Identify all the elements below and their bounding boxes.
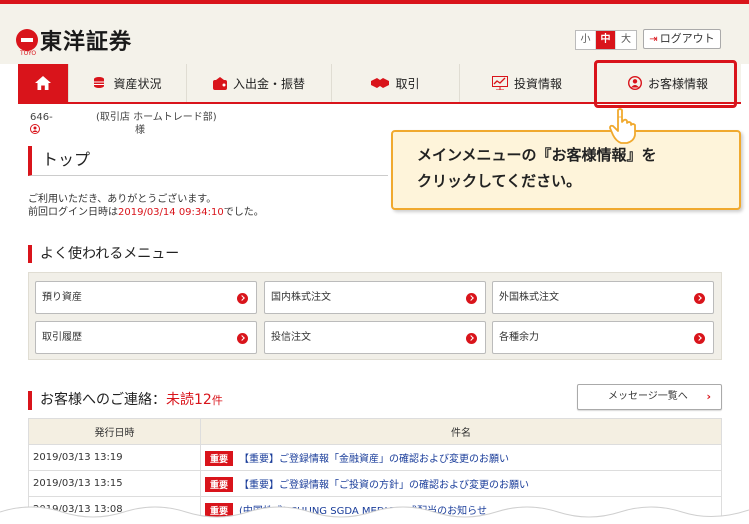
header: 東洋証券 TOYO 小 中 大 ⇥ ログアウト: [0, 4, 749, 64]
contact-heading: お客様へのご連絡：未読12件: [28, 391, 223, 410]
chevron-right-icon: ›: [706, 390, 711, 403]
greeting: ご利用いただき、ありがとうございます。 前回ログイン日時は2019/03/14 …: [28, 193, 264, 219]
logout-button[interactable]: ⇥ ログアウト: [643, 29, 721, 49]
arrow-right-icon: [237, 333, 248, 344]
unread-label: 未読: [166, 392, 194, 408]
page-title: トップ: [28, 146, 388, 176]
unread-unit: 件: [211, 394, 223, 407]
menu-btn-domestic-stock-order[interactable]: 国内株式注文: [264, 281, 486, 314]
column-header-date: 発行日時: [28, 418, 201, 445]
arrow-right-icon: [237, 293, 248, 304]
font-size-switcher: 小 中 大: [575, 30, 637, 50]
instruction-callout: メインメニューの『お客様情報』を クリックしてください。: [391, 130, 741, 210]
greeting-line1: ご利用いただき、ありがとうございます。: [28, 194, 217, 205]
account-info: 646- (取引店 ホームトレード部) 様: [30, 111, 217, 138]
font-size-medium[interactable]: 中: [596, 31, 616, 49]
menu-btn-trade-history[interactable]: 取引履歴: [35, 321, 257, 354]
menu-btn-buying-power[interactable]: 各種余力: [492, 321, 714, 354]
important-badge: 重要: [205, 450, 234, 466]
important-badge: 重要: [205, 476, 234, 492]
person-icon: [30, 124, 40, 134]
nav-home[interactable]: [18, 64, 68, 102]
nav-label-assets: 資産状況: [113, 76, 162, 91]
home-icon: [35, 76, 51, 90]
logout-label: ログアウト: [659, 32, 715, 45]
account-number: 646-: [30, 112, 53, 123]
arrow-right-icon: [466, 333, 477, 344]
account-branch: (取引店 ホームトレード部): [96, 112, 217, 123]
nav-item-trade[interactable]: 取引: [331, 64, 459, 102]
message-subject-cell[interactable]: 重要 【重要】ご登録情報「ご投資の方針」の確認および変更のお願い: [200, 470, 722, 497]
table-row[interactable]: 2019/03/13 13:19 重要 【重要】ご登録情報「金融資産」の確認および…: [28, 444, 722, 471]
brand-sub: TOYO: [20, 50, 37, 57]
toyo-logo-icon: [16, 29, 38, 51]
message-list-button[interactable]: メッセージ一覧へ ›: [577, 384, 722, 410]
logout-icon: ⇥: [649, 34, 658, 45]
message-subject-cell[interactable]: 重要 【重要】ご登録情報「金融資産」の確認および変更のお願い: [200, 444, 722, 471]
customer-info-highlight-box: [594, 60, 737, 108]
callout-line1: メインメニューの『お客様情報』を: [417, 146, 657, 164]
message-subject-link[interactable]: 【重要】ご登録情報「金融資産」の確認および変更のお願い: [239, 454, 509, 465]
table-header-row: 発行日時 件名: [28, 418, 722, 445]
torn-edge-decoration: [0, 506, 749, 524]
nav-item-deposit-transfer[interactable]: 入出金・振替: [186, 64, 331, 102]
arrow-right-icon: [694, 293, 705, 304]
chart-icon: [491, 76, 508, 90]
handshake-icon: [371, 78, 390, 88]
frequent-menu-heading: よく使われるメニュー: [28, 245, 179, 263]
column-header-subject: 件名: [200, 418, 722, 445]
brand-name: 東洋証券: [40, 30, 133, 55]
table-row[interactable]: 2019/03/13 13:15 重要 【重要】ご登録情報「ご投資の方針」の確認お…: [28, 470, 722, 497]
greeting-line2: 前回ログイン日時は2019/03/14 09:34:10でした。: [28, 207, 264, 218]
menu-btn-foreign-stock-order[interactable]: 外国株式注文: [492, 281, 714, 314]
menu-btn-fund-order[interactable]: 投信注文: [264, 321, 486, 354]
pointer-hand-icon: [609, 108, 636, 144]
last-login-datetime: 2019/03/14 09:34:10: [118, 207, 224, 218]
message-date: 2019/03/13 13:15: [28, 470, 201, 497]
nav-label-investment-info: 投資情報: [513, 76, 562, 91]
account-name-suffix: 様: [135, 125, 145, 136]
nav-label-trade: 取引: [395, 76, 420, 91]
arrow-right-icon: [466, 293, 477, 304]
nav-label-deposit-transfer: 入出金・振替: [232, 76, 305, 91]
nav-item-investment-info[interactable]: 投資情報: [459, 64, 594, 102]
nav-item-assets[interactable]: 資産状況: [68, 64, 186, 102]
message-subject-link[interactable]: 【重要】ご登録情報「ご投資の方針」の確認および変更のお願い: [239, 480, 529, 491]
callout-line2: クリックしてください。: [417, 172, 582, 190]
font-size-large[interactable]: 大: [616, 31, 636, 49]
message-list-label: メッセージ一覧へ: [608, 391, 688, 402]
unread-count: 12: [194, 392, 212, 408]
message-date: 2019/03/13 13:19: [28, 444, 201, 471]
coins-icon: [94, 77, 105, 88]
menu-btn-deposited-assets[interactable]: 預り資産: [35, 281, 257, 314]
font-size-small[interactable]: 小: [576, 31, 596, 49]
frequent-menu-panel: 預り資産 国内株式注文 外国株式注文 取引履歴 投信注文 各種余力: [28, 272, 722, 360]
arrow-right-icon: [694, 333, 705, 344]
wallet-icon: [212, 76, 227, 90]
